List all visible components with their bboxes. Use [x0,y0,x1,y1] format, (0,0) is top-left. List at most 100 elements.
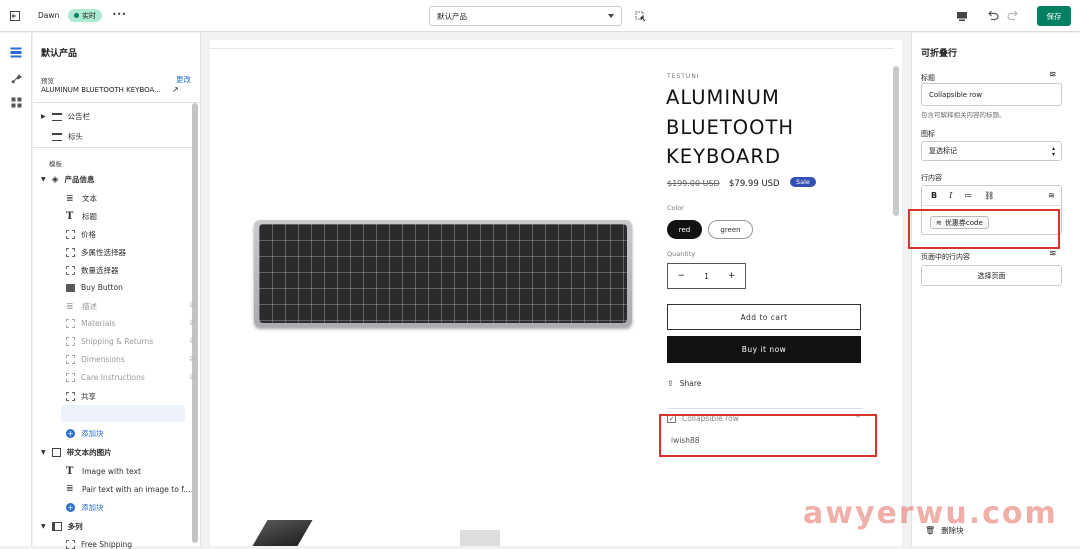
dynamic-source-icon[interactable]: ≋ [1049,249,1057,259]
buy-now-button[interactable]: Buy it now [667,336,861,363]
select-page-button[interactable]: 选择页面 [921,265,1062,286]
block-item[interactable]: 数量选择器 [66,265,119,276]
block-item[interactable]: Shipping & Returns [66,337,153,346]
block-pair-text[interactable]: ≣ Pair text with an image to f... [66,484,190,494]
caret-down-icon: ▼ [41,449,46,456]
icon-select[interactable]: 复选标记 ▴ ▾ [921,141,1062,161]
sidebar-item-label: 公告栏 [67,112,91,121]
change-preview-link[interactable]: 更改 [176,74,191,85]
exit-icon[interactable] [8,9,22,23]
quantity-decrease-button[interactable]: − [678,271,686,281]
quantity-increase-button[interactable]: + [728,271,736,281]
block-item[interactable]: Dimensions [66,355,125,364]
sidebar-item-label: 多列 [67,522,83,531]
block-icon [66,266,75,275]
add-block-label: 添加块 [81,503,104,512]
row-content-label: 行内容 [921,174,942,182]
sections-icon[interactable] [8,45,24,59]
sale-price: $79.99 USD [729,179,780,189]
add-block-button[interactable]: + 添加块 [66,502,104,513]
hidden-eye-icon[interactable]: ⊘ [189,336,196,345]
color-option-red[interactable]: red [667,220,702,239]
list-icon[interactable]: ≔ [964,191,972,200]
text-icon: ≣ [66,193,74,204]
desktop-view-icon[interactable] [955,9,969,23]
icon-label: 图标 [921,130,935,138]
block-icon [66,392,75,401]
block-item[interactable]: T 标题 [66,211,97,222]
section-icon [51,112,62,121]
inspector-icon[interactable] [633,9,647,23]
product-thumbnail [460,530,500,546]
block-item[interactable]: 价格 [66,229,96,240]
block-item[interactable]: 共享 [66,391,96,402]
template-select[interactable]: 默认产品 [429,6,622,26]
save-button[interactable]: 保存 [1037,6,1071,26]
dynamic-source-icon[interactable]: ≋ [1049,70,1057,80]
add-to-cart-label: Add to cart [740,312,788,322]
product-vendor: TESTUNI [667,73,700,80]
italic-button[interactable]: I [949,191,952,200]
block-item[interactable]: Buy Button [66,283,123,292]
block-item[interactable]: 多属性选择器 [66,247,126,258]
template-select-value: 默认产品 [437,11,467,21]
left-rail [0,33,32,546]
block-label: 文本 [82,194,97,203]
block-free-shipping[interactable]: Free Shipping [66,540,132,549]
block-icon [66,319,75,328]
save-button-label: 保存 [1046,11,1062,21]
caret-down-icon: ▼ [41,523,46,530]
sidebar-item-label: 产品信息 [64,175,95,184]
apps-icon[interactable] [8,95,24,109]
sidebar-item-announcement[interactable]: ▶ 公告栏 [41,111,90,122]
hidden-eye-icon[interactable]: ⊘ [189,372,196,381]
page-content-label: 页面中的行内容 [921,253,970,261]
caret-down-icon [608,14,614,18]
text-icon: ≣ [66,301,74,312]
block-item[interactable]: ≣ 文本 [66,193,97,204]
template-group-label: 模板 [49,160,62,168]
rte-toolbar: B I ≔ ⛓ ≋ [922,186,1061,206]
sidebar-item-header[interactable]: 标头 [52,131,83,142]
quantity-value[interactable]: 1 [704,272,709,281]
heading-input[interactable]: Collapsible row [921,83,1062,106]
block-icon [66,230,75,239]
share-label: Share [679,379,702,388]
color-option-green[interactable]: green [708,220,753,239]
text-icon: ≣ [66,484,74,494]
more-actions-button[interactable]: ••• [112,10,126,19]
block-item[interactable]: Materials [66,319,115,328]
block-label: 标题 [82,212,97,221]
hidden-eye-icon[interactable]: ⊘ [189,318,196,327]
sidebar-item-multicolumn[interactable]: ▼ 多列 [41,521,83,532]
select-arrows-icon: ▴ ▾ [1051,145,1055,158]
link-icon[interactable]: ⛓ [984,191,994,200]
dynamic-source-icon[interactable]: ≋ [1048,191,1055,200]
hidden-eye-icon[interactable]: ⊘ [189,300,196,309]
hidden-eye-icon[interactable]: ⊘ [189,354,196,363]
block-label: 价格 [81,230,96,239]
share-button[interactable]: ⇪ Share [667,379,701,388]
preview-scrollbar[interactable] [893,66,899,216]
bold-button[interactable]: B [931,191,937,200]
block-label: Materials [81,319,116,328]
block-icon [66,355,75,364]
block-item[interactable]: ≣ 描述 [66,301,97,312]
undo-icon[interactable] [985,8,1000,23]
watermark: awyerwu.com [803,496,1058,531]
theme-settings-icon[interactable] [8,71,24,85]
image-text-icon [51,448,61,457]
sidebar-item-product-info[interactable]: ▼ ◈ 产品信息 [41,174,95,185]
product-title-line: BLUETOOTH [666,115,795,139]
sidebar-item-image-with-text[interactable]: ▼ 带文本的图片 [41,447,112,458]
add-to-cart-button[interactable]: Add to cart [667,304,861,330]
block-item[interactable]: Care Instructions [66,373,145,382]
buy-button-icon [66,283,75,292]
select-page-label: 选择页面 [977,271,1006,280]
add-block-button[interactable]: + 添加块 [66,428,104,439]
redo-icon[interactable] [1006,8,1021,23]
block-label: 数量选择器 [81,266,119,275]
compare-price: $199.00 USD [667,179,720,188]
block-image-with-text[interactable]: T Image with text [66,466,141,477]
external-link-icon[interactable]: ↗ [172,85,179,94]
